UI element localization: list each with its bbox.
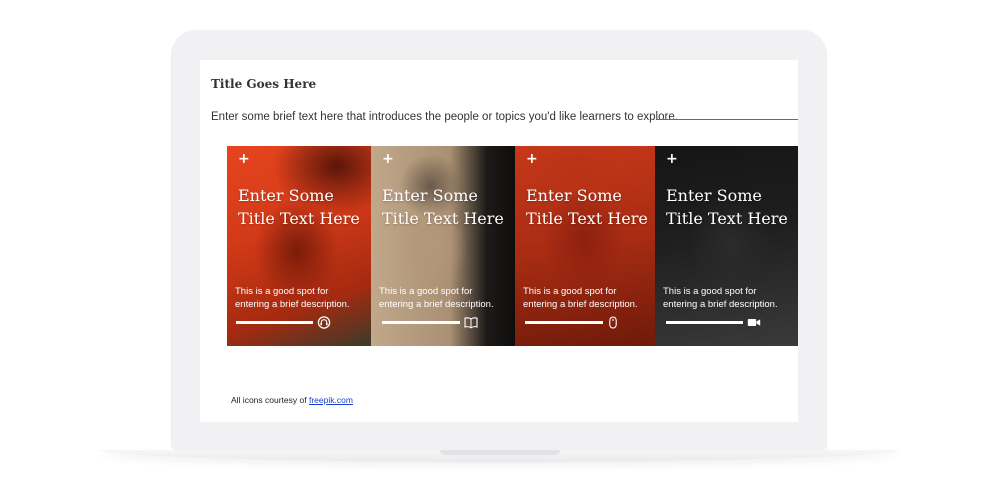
card-desc-line-1: This is a good spot for [523,286,617,297]
card-desc-line-2: entering a brief description. [235,299,350,310]
card-title: Enter Some Title Text Here [238,184,366,230]
card-description: This is a good spot for entering a brief… [663,285,793,311]
plus-icon[interactable]: + [526,152,538,166]
freepik-link[interactable]: freepik.com [309,395,353,405]
card-title: Enter Some Title Text Here [382,184,510,230]
page-title: Title Goes Here [211,77,317,91]
book-icon [464,316,478,329]
card-desc-line-2: entering a brief description. [379,299,494,310]
topic-card-1[interactable]: + Enter Some Title Text Here This is a g… [227,146,371,346]
plus-icon[interactable]: + [238,152,250,166]
icon-credit: All icons courtesy of freepik.com [231,395,353,405]
card-desc-line-2: entering a brief description. [523,299,638,310]
card-title-line-2: Title Text Here [238,209,360,228]
accent-divider [657,119,798,120]
card-title-line-1: Enter Some [382,186,478,205]
card-underline-bar [666,321,743,324]
card-desc-line-1: This is a good spot for [663,286,757,297]
plus-icon[interactable]: + [382,152,394,166]
intro-text: Enter some brief text here that introduc… [211,111,678,123]
card-title: Enter Some Title Text Here [526,184,654,230]
laptop-screen: Title Goes Here Enter some brief text he… [200,60,798,422]
card-title-line-1: Enter Some [238,186,334,205]
card-title: Enter Some Title Text Here [666,184,794,230]
topic-card-4[interactable]: + Enter Some Title Text Here This is a g… [655,146,798,346]
video-camera-icon [747,316,761,329]
card-underline-bar [525,321,603,324]
card-desc-line-1: This is a good spot for [379,286,473,297]
topic-card-2[interactable]: + Enter Some Title Text Here This is a g… [371,146,515,346]
card-description: This is a good spot for entering a brief… [379,285,509,311]
laptop-notch [440,450,560,455]
card-description: This is a good spot for entering a brief… [235,285,365,311]
intro-row: Enter some brief text here that introduc… [211,111,798,127]
card-description: This is a good spot for entering a brief… [523,285,653,311]
card-desc-line-1: This is a good spot for [235,286,329,297]
mouse-icon [606,316,620,329]
card-title-line-1: Enter Some [526,186,622,205]
plus-icon[interactable]: + [666,152,678,166]
card-strip: + Enter Some Title Text Here This is a g… [227,146,798,346]
card-title-line-2: Title Text Here [382,209,504,228]
headphones-icon [317,316,331,329]
credit-prefix: All icons courtesy of [231,395,307,405]
card-underline-bar [236,321,313,324]
card-title-line-2: Title Text Here [526,209,648,228]
card-title-line-2: Title Text Here [666,209,788,228]
card-underline-bar [382,321,460,324]
laptop-mockup: Title Goes Here Enter some brief text he… [0,0,999,502]
card-desc-line-2: entering a brief description. [663,299,778,310]
card-title-line-1: Enter Some [666,186,762,205]
topic-card-3[interactable]: + Enter Some Title Text Here This is a g… [515,146,655,346]
